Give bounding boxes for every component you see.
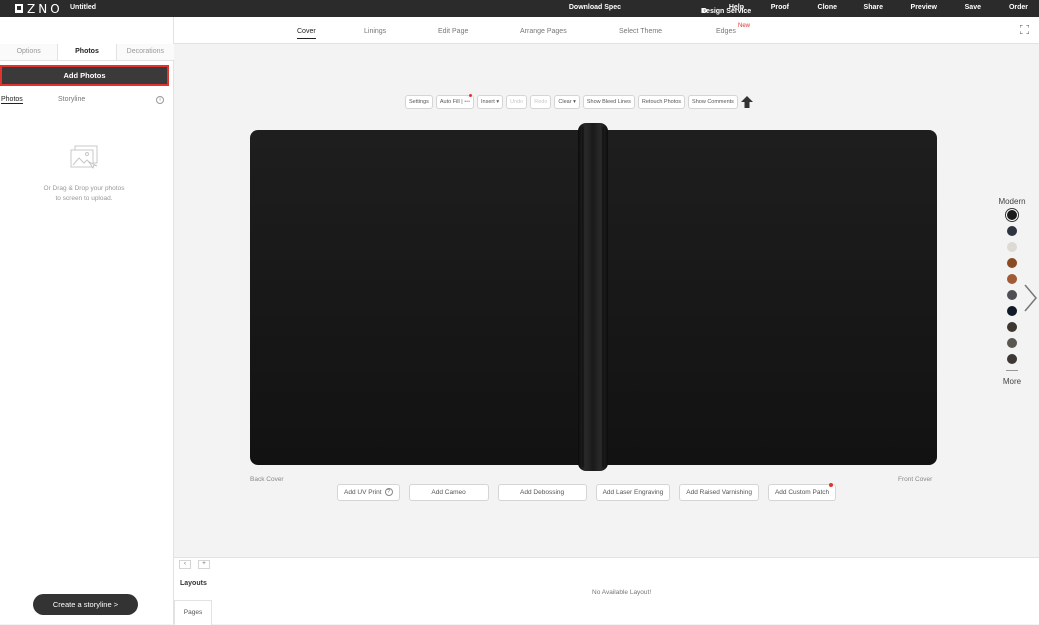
retouch-photos-button[interactable]: Retouch Photos <box>637 95 686 109</box>
order-link[interactable]: Order <box>1009 4 1028 11</box>
tab-edges[interactable]: Edges <box>716 28 736 35</box>
auto-fill-label: Auto Fill <box>439 99 460 105</box>
auto-fill-dot <box>469 94 473 97</box>
front-cover-panel[interactable] <box>591 130 937 465</box>
add-page-button[interactable]: + <box>198 560 210 569</box>
clear-caret-icon: ▾ <box>573 99 576 105</box>
insert-label: Insert <box>481 99 495 105</box>
add-photos-button[interactable]: Add Photos <box>0 65 169 86</box>
back-cover-label: Back Cover <box>250 476 284 483</box>
add-raised-varnishing-button[interactable]: Add Raised Varnishing <box>679 484 759 501</box>
clear-button[interactable]: Clear ▾ <box>554 95 580 109</box>
help-link[interactable]: Help <box>729 4 744 11</box>
tab-options[interactable]: Options <box>0 44 59 60</box>
logo-mark-icon <box>15 4 23 13</box>
redo-button[interactable]: Redo <box>530 95 552 109</box>
tab-arrange-pages[interactable]: Arrange Pages <box>520 28 567 35</box>
photo-subtabs: Photos Storyline i <box>0 96 174 108</box>
auto-fill-button[interactable]: Auto Fill | ••• <box>435 94 475 109</box>
more-swatches-link[interactable]: More <box>990 377 1034 386</box>
info-icon[interactable]: i <box>156 96 164 104</box>
tab-select-theme[interactable]: Select Theme <box>619 28 662 35</box>
empty-layout-message: No Available Layout! <box>592 589 652 596</box>
top-bar: ZNO Untitled Download Spec Design Servic… <box>0 0 1039 17</box>
panel-tabs: Options Photos Decorations <box>0 44 174 61</box>
create-storyline-button[interactable]: Create a storyline > <box>33 594 138 615</box>
settings-button[interactable]: Settings <box>405 95 433 109</box>
add-uv-print-button[interactable]: Add UV Print? <box>337 484 400 501</box>
arrow-up-icon[interactable] <box>740 96 753 108</box>
collapse-left-button[interactable]: ‹ <box>179 560 191 569</box>
insert-caret-icon: ▾ <box>496 99 500 105</box>
color-swatch[interactable] <box>1007 210 1017 220</box>
custom-patch-dot <box>829 483 834 487</box>
add-custom-patch-button[interactable]: Add Custom Patch <box>767 483 837 501</box>
preview-link[interactable]: Preview <box>911 4 937 11</box>
logo-text: ZNO <box>27 1 63 16</box>
color-swatch[interactable] <box>1007 258 1017 268</box>
new-badge: New <box>738 23 751 29</box>
download-spec-link[interactable]: Download Spec <box>569 4 621 11</box>
drop-hint-line2: to screen to upload. <box>55 195 113 202</box>
zno-logo[interactable]: ZNO <box>15 1 63 16</box>
left-panel: Options Photos Decorations <box>0 17 174 624</box>
undo-button[interactable]: Undo <box>506 95 528 109</box>
document-title[interactable]: Untitled <box>70 4 96 11</box>
color-swatch[interactable] <box>1007 274 1017 284</box>
chevron-right-icon[interactable] <box>1022 283 1038 313</box>
layouts-label[interactable]: Layouts <box>180 580 207 587</box>
color-swatch[interactable] <box>1007 354 1017 364</box>
swatch-divider <box>1006 370 1018 371</box>
subtab-storyline[interactable]: Storyline <box>58 96 85 103</box>
color-swatch[interactable] <box>1007 226 1017 236</box>
subtab-photos[interactable]: Photos <box>1 96 23 104</box>
add-laser-engraving-button[interactable]: Add Laser Engraving <box>595 484 671 501</box>
front-cover-label: Front Cover <box>898 476 933 483</box>
editor-toolbar: Settings Auto Fill | ••• Insert ▾ Undo R… <box>405 94 753 109</box>
add-cameo-button[interactable]: Add Cameo <box>408 484 489 501</box>
back-cover-panel[interactable] <box>250 130 596 465</box>
insert-button[interactable]: Insert ▾ <box>477 95 504 109</box>
clone-link[interactable]: Clone <box>818 4 837 11</box>
show-comments-button[interactable]: Show Comments <box>688 95 738 109</box>
clear-label: Clear <box>558 99 572 105</box>
tab-linings[interactable]: Linings <box>364 28 386 35</box>
color-swatch[interactable] <box>1007 338 1017 348</box>
color-swatch[interactable] <box>1007 306 1017 316</box>
tab-photos[interactable]: Photos <box>58 44 117 60</box>
design-service-info-icon: ? <box>702 8 707 13</box>
proof-link[interactable]: Proof <box>771 4 789 11</box>
bottom-panel: ‹ + Layouts Pages No Available Layout! <box>174 557 1039 625</box>
tab-cover[interactable]: Cover <box>297 28 316 39</box>
save-link[interactable]: Save <box>965 4 981 11</box>
drop-hint-line1: Or Drag & Drop your photos <box>43 185 125 192</box>
add-debossing-button[interactable]: Add Debossing <box>497 484 587 501</box>
share-link[interactable]: Share <box>864 4 883 11</box>
pages-tab[interactable]: Pages <box>174 600 212 625</box>
cover-options: Add UV Print? Add Cameo Add Debossing Ad… <box>337 483 837 501</box>
photo-upload-icon <box>70 145 98 169</box>
add-uv-print-label: Add UV Print <box>344 489 382 496</box>
editor-tabs: Cover Linings Edit Page Arrange Pages Se… <box>174 17 1039 44</box>
tab-edit-page[interactable]: Edit Page <box>438 28 468 35</box>
fullscreen-icon[interactable] <box>1020 25 1029 34</box>
help-icon[interactable]: ? <box>384 488 393 497</box>
tab-decorations[interactable]: Decorations <box>116 44 174 60</box>
color-swatch[interactable] <box>1007 242 1017 252</box>
swatch-group-title: Modern <box>998 197 1026 206</box>
show-bleed-lines-button[interactable]: Show Bleed Lines <box>582 95 635 109</box>
auto-fill-toggle-icon: ••• <box>464 99 471 105</box>
color-swatch[interactable] <box>1007 322 1017 332</box>
add-custom-patch-label: Add Custom Patch <box>774 489 830 496</box>
color-swatch[interactable] <box>1007 290 1017 300</box>
drop-hint: Or Drag & Drop your photos to screen to … <box>0 184 168 204</box>
book-cover[interactable] <box>250 123 937 471</box>
